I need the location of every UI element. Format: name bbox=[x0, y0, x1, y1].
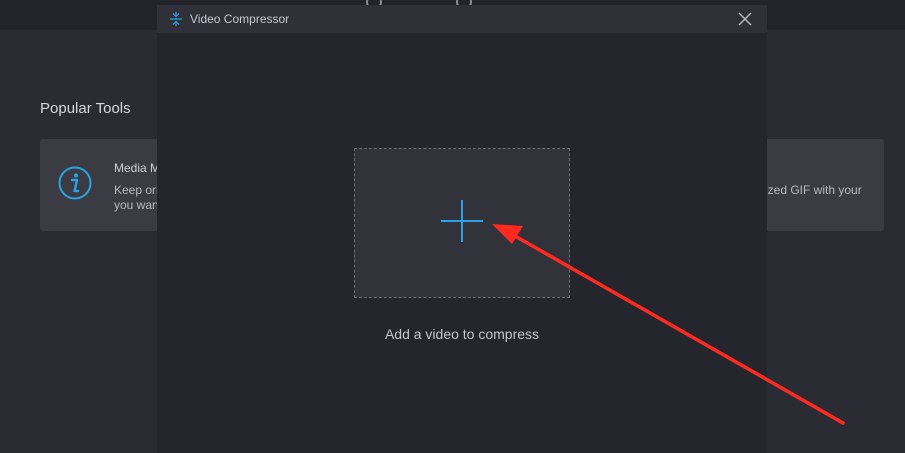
add-video-drop-zone[interactable] bbox=[354, 148, 570, 298]
close-icon[interactable] bbox=[735, 9, 755, 29]
popular-tools-heading: Popular Tools bbox=[40, 100, 131, 117]
dialog-title: Video Compressor bbox=[190, 12, 290, 26]
compress-icon bbox=[170, 12, 182, 26]
info-icon bbox=[58, 166, 92, 200]
add-video-label: Add a video to compress bbox=[384, 326, 540, 342]
dialog-header: Video Compressor bbox=[157, 5, 767, 33]
video-compressor-dialog: Video Compressor Add a video to compress bbox=[157, 5, 767, 453]
plus-icon[interactable] bbox=[439, 198, 485, 244]
tool-card-title: Media M bbox=[114, 161, 161, 175]
tool-card-description: ized GIF with your bbox=[765, 183, 862, 197]
